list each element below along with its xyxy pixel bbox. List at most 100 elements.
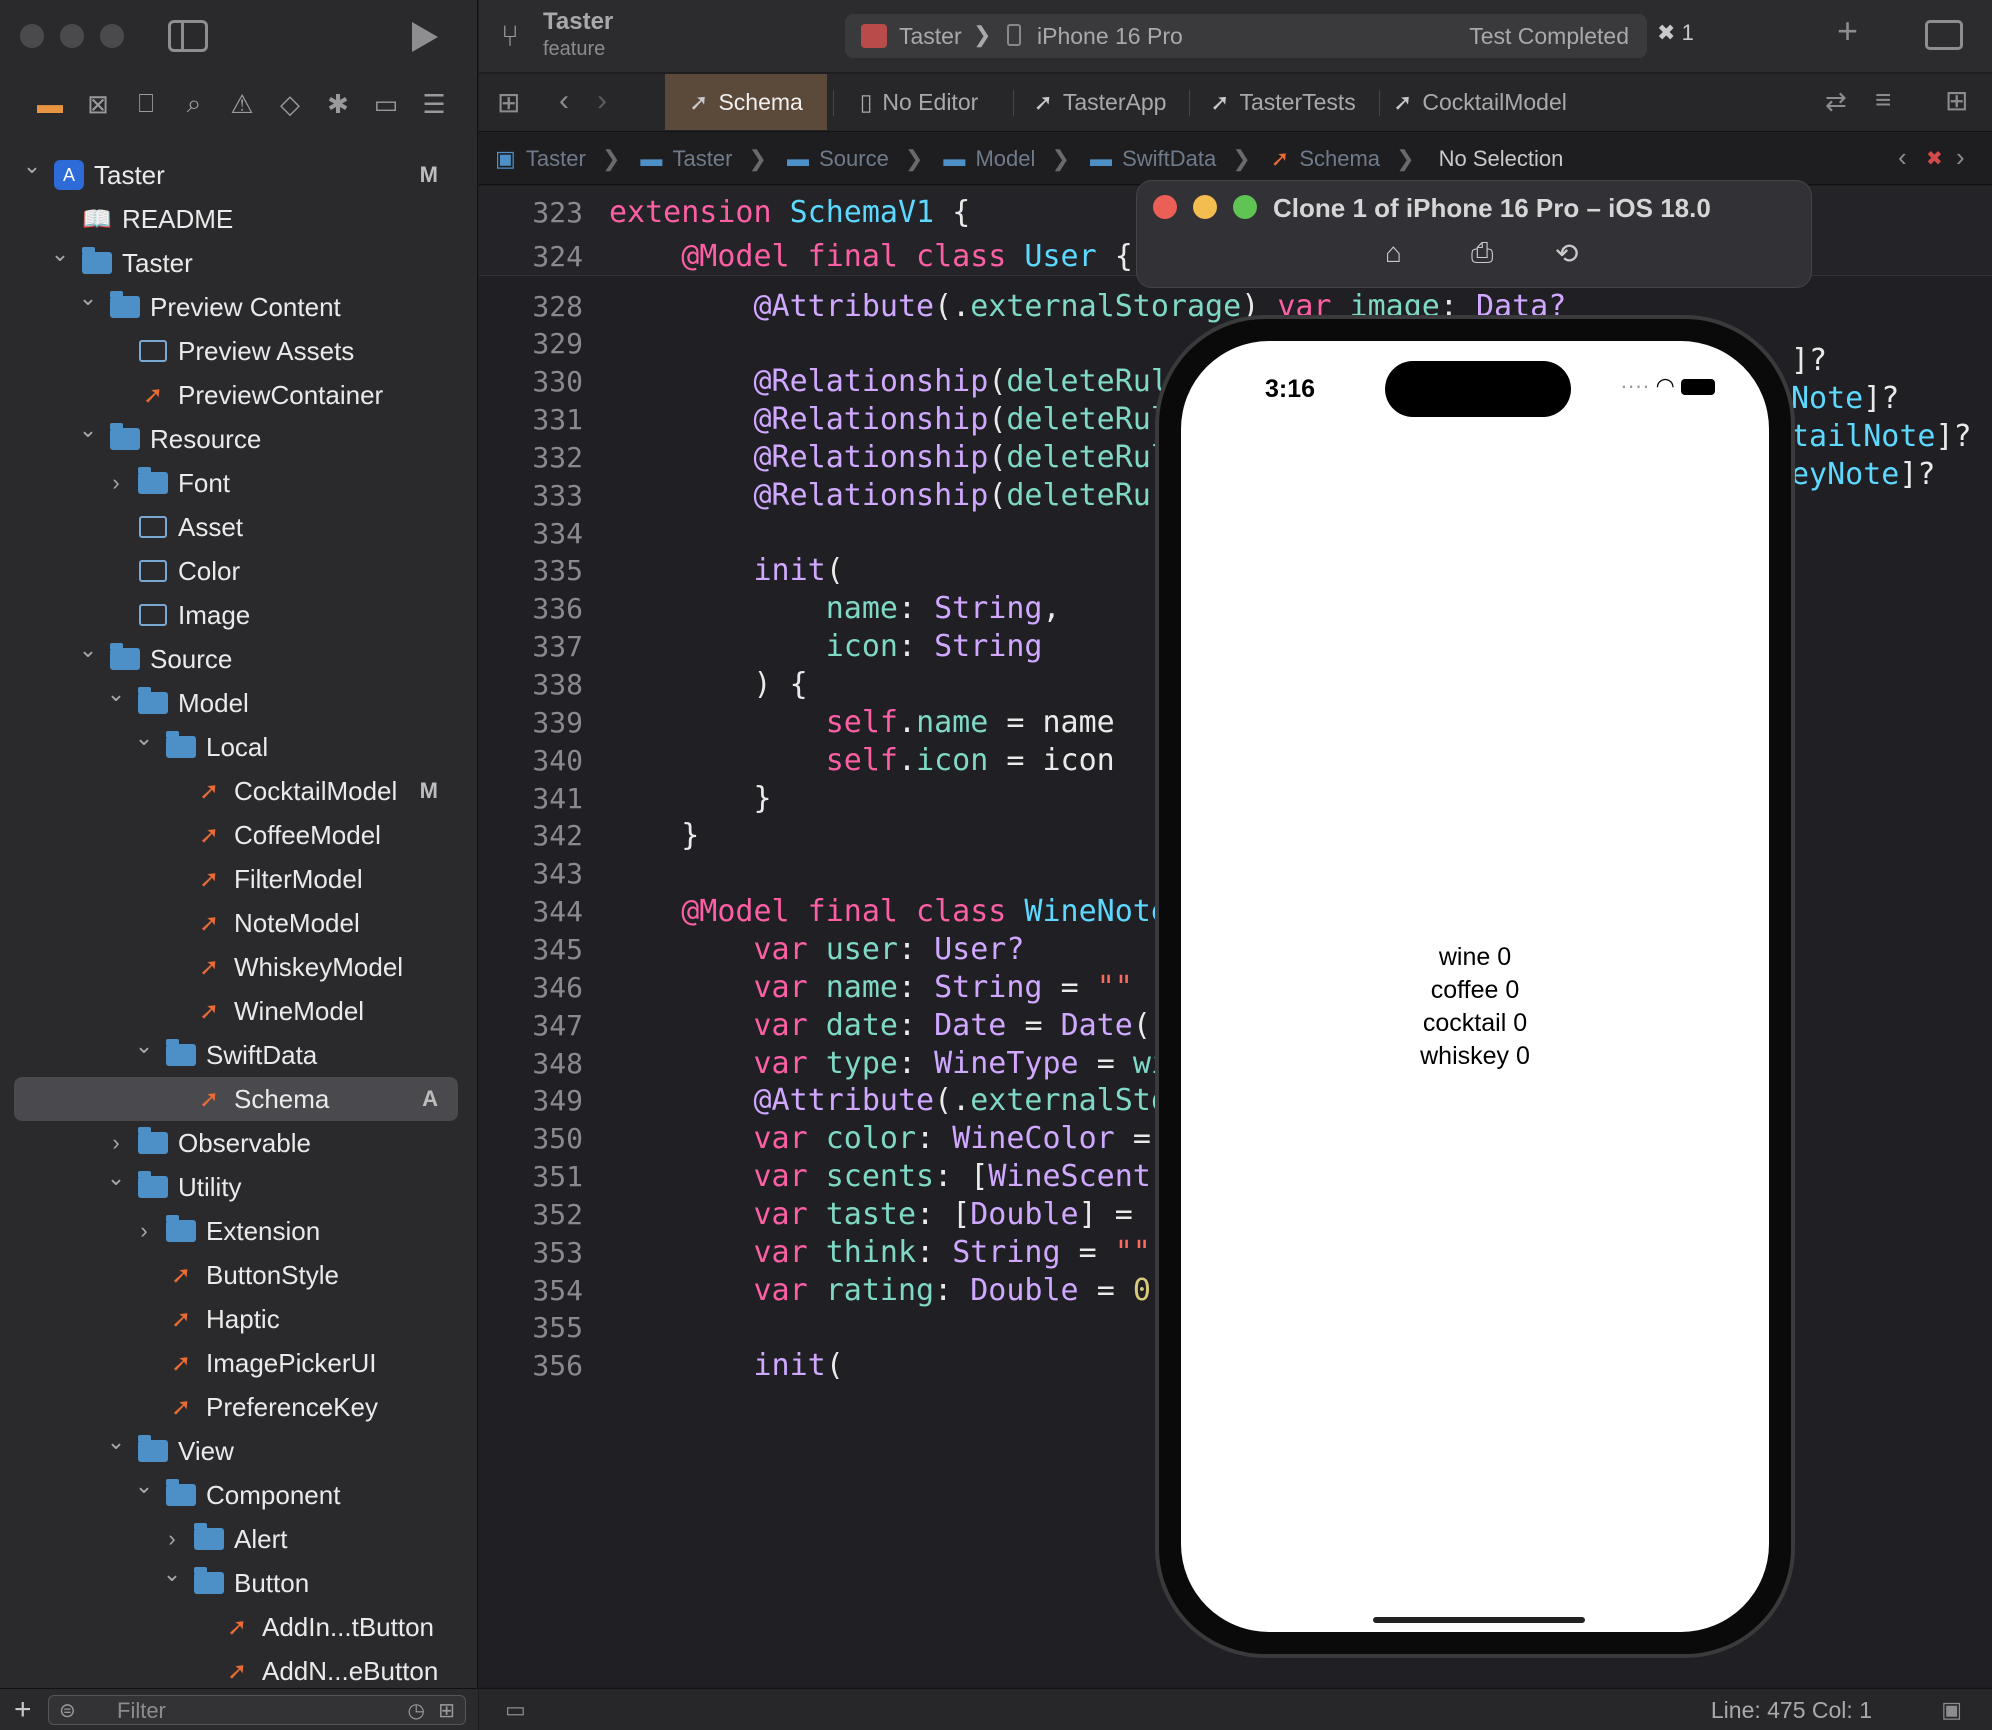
error-badge[interactable]: ✖ 1 [1657,20,1694,46]
chevron-down-icon[interactable]: ⌄ [106,681,126,707]
add-editor-icon[interactable]: ⊞ [1945,84,1968,117]
iphone-screen[interactable]: 3:16 ···· ◠ wine 0 coffee 0 cocktail 0 whis… [1181,341,1769,1632]
chevron-right-icon[interactable]: › [106,470,126,496]
tree-item[interactable]: ⌄ View [14,1429,458,1473]
tree-item[interactable]: Asset [14,505,458,549]
sim-zoom-button[interactable] [1233,195,1257,219]
tree-item[interactable]: ➚ WineModel [14,989,458,1033]
chevron-right-icon[interactable]: › [106,1130,126,1156]
tree-item[interactable]: ➚ NoteModel [14,901,458,945]
tree-item[interactable]: › Extension [14,1209,458,1253]
tree-item[interactable]: › Observable [14,1121,458,1165]
chevron-down-icon[interactable]: ⌄ [134,725,154,751]
chevron-right-icon[interactable]: › [134,1218,154,1244]
sidebar-toggle-icon[interactable] [168,20,208,52]
breadcrumb-item[interactable]: ▬ Model ❯ [943,146,1080,172]
chevron-down-icon[interactable]: ⌄ [106,1165,126,1191]
tree-item[interactable]: 📖 README [14,197,458,241]
tree-item[interactable]: Preview Assets [14,329,458,373]
find-icon[interactable]: ⌕ [170,84,218,124]
screenshot-icon[interactable]: ⎙ [1471,237,1493,270]
tree-item[interactable]: ➚ Haptic [14,1297,458,1341]
run-button[interactable] [412,22,438,52]
tree-item[interactable]: ➚ AddN...eButton [14,1649,458,1684]
tree-item[interactable]: ➚ CoffeeModel [14,813,458,857]
tree-item[interactable]: ➚ Schema A [14,1077,458,1121]
tree-item[interactable]: ➚ WhiskeyModel [14,945,458,989]
breakpoint-icon[interactable]: ▭ [362,84,410,124]
close-window-button[interactable] [20,24,44,48]
tree-item[interactable]: ⌄ A Taster M [14,153,458,197]
source-control-icon[interactable]: ⊠ [74,84,122,124]
tree-item[interactable]: ➚ CocktailModel M [14,769,458,813]
tree-item[interactable]: Image [14,593,458,637]
chevron-down-icon[interactable]: ⌄ [162,1561,182,1587]
recent-files-icon[interactable]: ◷ [408,1698,425,1723]
tree-item[interactable]: ⌄ Button [14,1561,458,1605]
tree-item[interactable]: ➚ PreviewContainer [14,373,458,417]
debug-icon[interactable]: ✱ [314,84,362,124]
tree-item[interactable]: ➚ ButtonStyle [14,1253,458,1297]
chevron-down-icon[interactable]: ⌄ [134,1473,154,1499]
bookmark-icon[interactable]: ⎕ [122,84,170,124]
debug-area-icon[interactable]: ▣ [1941,1697,1962,1723]
tree-item[interactable]: › Alert [14,1517,458,1561]
chevron-down-icon[interactable]: ⌄ [78,285,98,311]
tree-item[interactable]: ⌄ Model [14,681,458,725]
sim-close-button[interactable] [1153,195,1177,219]
chevron-down-icon[interactable]: ⌄ [78,417,98,443]
editor-tab[interactable]: ➚ Schema [665,74,827,130]
tree-item[interactable]: ⌄ Component [14,1473,458,1517]
tree-item[interactable]: Color [14,549,458,593]
chevron-down-icon[interactable]: ⌄ [78,637,98,663]
home-icon[interactable]: ⌂ [1385,237,1402,269]
tree-item[interactable]: ⌄ Utility [14,1165,458,1209]
next-issue-icon[interactable]: › [1956,142,1965,173]
tree-item[interactable]: ⌄ Preview Content [14,285,458,329]
report-icon[interactable]: ☰ [410,84,458,124]
add-file-icon[interactable]: + [14,1693,32,1727]
console-toggle-icon[interactable]: ▭ [505,1697,526,1723]
prev-issue-icon[interactable]: ‹ [1898,142,1907,173]
tree-item[interactable]: ➚ PreferenceKey [14,1385,458,1429]
editor-tab[interactable]: ▯ No Editor [839,74,999,130]
issue-indicator-icon[interactable]: ✖ [1926,146,1943,171]
tree-item[interactable]: ⌄ Resource [14,417,458,461]
tree-item[interactable]: ⌄ SwiftData [14,1033,458,1077]
tree-item[interactable]: ➚ AddIn...tButton [14,1605,458,1649]
back-icon[interactable]: ‹ [559,84,569,118]
chevron-down-icon[interactable]: ⌄ [22,153,42,179]
editor-options-icon[interactable]: ≡ [1875,84,1891,116]
inspector-toggle-icon[interactable] [1925,20,1963,50]
chevron-down-icon[interactable]: ⌄ [106,1429,126,1455]
tree-item[interactable]: › Font [14,461,458,505]
editor-tab[interactable]: ➚ CocktailModel [1385,74,1575,130]
tree-item[interactable]: ⌄ Local [14,725,458,769]
swap-icon[interactable]: ⇄ [1825,86,1847,117]
home-indicator[interactable] [1373,1617,1585,1623]
chevron-down-icon[interactable]: ⌄ [134,1033,154,1059]
breadcrumb-item[interactable]: ➚ Schema ❯ [1271,146,1425,172]
tree-item[interactable]: ⌄ Taster [14,241,458,285]
tree-item[interactable]: ➚ FilterModel [14,857,458,901]
forward-icon[interactable]: › [597,84,607,118]
scheme-target[interactable]: Taster [899,23,962,50]
scheme-device[interactable]: iPhone 16 Pro [1037,23,1183,50]
chevron-right-icon[interactable]: › [162,1526,182,1552]
issue-icon[interactable]: ⚠ [218,84,266,124]
scheme-selector[interactable]: Taster ❯ iPhone 16 Pro Test Completed [845,14,1647,58]
test-icon[interactable]: ◇ [266,84,314,124]
breadcrumb-item[interactable]: No Selection [1435,146,1574,172]
filter-input[interactable]: ⊜ Filter ◷ ⊞ [48,1695,466,1725]
add-library-icon[interactable]: + [1837,10,1858,52]
editor-tab[interactable]: ➚ TasterTests [1195,74,1371,130]
filter-options-icon[interactable]: ⊜ [59,1698,76,1723]
grid-icon[interactable]: ⊞ [497,86,520,119]
breadcrumb-item[interactable]: ▬ SwiftData ❯ [1090,146,1261,172]
breadcrumb-item[interactable]: ▬ Source ❯ [787,146,933,172]
source-control-filter-icon[interactable]: ⊞ [438,1698,455,1723]
sim-minimize-button[interactable] [1193,195,1217,219]
breadcrumb-item[interactable]: ▣ Taster ❯ [495,146,630,172]
zoom-window-button[interactable] [100,24,124,48]
tree-item[interactable]: ➚ ImagePickerUI [14,1341,458,1385]
